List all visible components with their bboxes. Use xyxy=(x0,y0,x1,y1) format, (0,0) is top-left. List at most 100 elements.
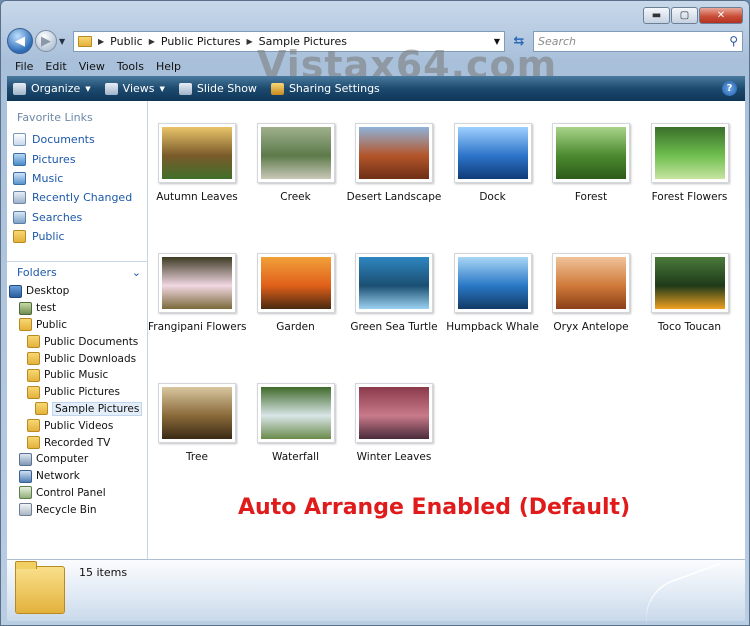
tree-item-label: Sample Pictures xyxy=(52,401,143,416)
views-label: Views xyxy=(122,82,155,95)
recycle-bin-icon xyxy=(19,503,32,517)
favorite-link-label: Music xyxy=(32,171,64,185)
image-thumbnail[interactable] xyxy=(650,253,729,313)
image-thumbnail[interactable] xyxy=(158,123,236,183)
tree-item-recorded-tv[interactable]: Recorded TV xyxy=(7,434,147,451)
help-button[interactable]: ? xyxy=(722,81,737,96)
image-thumbnail[interactable] xyxy=(453,123,532,183)
image-thumbnail[interactable] xyxy=(355,253,433,313)
slideshow-button[interactable]: Slide Show xyxy=(178,82,257,95)
file-item[interactable]: Toco Toucan xyxy=(641,253,739,333)
favorite-link-music[interactable]: Music xyxy=(13,169,147,188)
favorite-link-documents[interactable]: Documents xyxy=(13,130,147,149)
favorite-link-label: Public xyxy=(32,230,65,244)
tree-item-public[interactable]: Public xyxy=(7,317,147,334)
image-thumbnail[interactable] xyxy=(552,123,630,183)
favorite-link-searches[interactable]: Searches xyxy=(13,208,147,227)
favorite-link-pictures[interactable]: Pictures xyxy=(13,149,147,168)
file-item[interactable]: Forest Flowers xyxy=(641,123,739,203)
image-thumbnail[interactable] xyxy=(552,253,630,313)
tree-item-computer[interactable]: Computer xyxy=(7,451,147,468)
favorite-link-public[interactable]: Public xyxy=(13,227,147,246)
breadcrumb-public[interactable]: Public xyxy=(110,35,143,48)
file-item[interactable]: Green Sea Turtle xyxy=(345,253,443,333)
tree-item-public-downloads[interactable]: Public Downloads xyxy=(7,350,147,367)
search-icon[interactable]: ⚲ xyxy=(729,34,738,48)
file-item[interactable]: Tree xyxy=(148,383,246,463)
maximize-button[interactable]: ▢ xyxy=(671,7,698,24)
close-button[interactable]: ✕ xyxy=(699,7,743,24)
folder-icon xyxy=(15,561,65,614)
image-thumbnail[interactable] xyxy=(158,253,236,313)
thumbnail-image xyxy=(359,257,429,309)
image-thumbnail[interactable] xyxy=(158,383,236,443)
image-thumbnail[interactable] xyxy=(355,123,433,183)
image-thumbnail[interactable] xyxy=(256,383,335,443)
file-item[interactable]: Waterfall xyxy=(247,383,345,463)
minimize-button[interactable]: ▬ xyxy=(643,7,670,24)
file-item[interactable]: Autumn Leaves xyxy=(148,123,246,203)
folders-heading: Folders xyxy=(17,266,57,279)
tree-item-desktop[interactable]: Desktop xyxy=(7,283,147,300)
menu-edit[interactable]: Edit xyxy=(41,60,70,73)
tree-item-label: Desktop xyxy=(26,285,70,298)
forward-button[interactable]: ▶ xyxy=(35,30,57,52)
menu-help[interactable]: Help xyxy=(152,60,185,73)
tree-item-test[interactable]: test xyxy=(7,300,147,317)
search-box[interactable]: Search ⚲ xyxy=(533,30,743,52)
tree-item-public-documents[interactable]: Public Documents xyxy=(7,333,147,350)
tree-item-control-panel[interactable]: Control Panel xyxy=(7,485,147,502)
file-name: Creek xyxy=(280,191,311,203)
file-item[interactable]: Oryx Antelope xyxy=(542,253,640,333)
chevron-right-icon[interactable]: ▶ xyxy=(98,37,104,46)
sharing-settings-button[interactable]: Sharing Settings xyxy=(270,82,380,95)
favorite-link-recently-changed[interactable]: Recently Changed xyxy=(13,188,147,207)
tree-item-recycle-bin[interactable]: Recycle Bin xyxy=(7,501,147,518)
organize-button[interactable]: Organize ▼ xyxy=(13,82,91,95)
back-button[interactable]: ◀ xyxy=(7,28,33,54)
views-icon xyxy=(104,82,118,95)
folders-header[interactable]: Folders ⌄ xyxy=(7,261,147,283)
item-count: 15 items xyxy=(79,566,128,579)
file-name: Forest Flowers xyxy=(651,191,728,203)
breadcrumb-public-pictures[interactable]: Public Pictures xyxy=(161,35,241,48)
tree-item-public-videos[interactable]: Public Videos xyxy=(7,417,147,434)
file-name: Autumn Leaves xyxy=(156,191,238,203)
image-thumbnail[interactable] xyxy=(256,123,335,183)
menu-tools[interactable]: Tools xyxy=(113,60,148,73)
favorite-links-list: Documents Pictures Music Recently Change… xyxy=(7,124,147,246)
file-item[interactable]: Winter Leaves xyxy=(345,383,443,463)
favorite-link-label: Pictures xyxy=(32,152,76,166)
menu-view[interactable]: View xyxy=(75,60,109,73)
menu-file[interactable]: File xyxy=(11,60,37,73)
file-list: Autumn Leaves Creek Desert Landscape Dock Fo… xyxy=(148,101,745,559)
file-item[interactable]: Humpback Whale xyxy=(444,253,542,333)
recent-pages-dropdown[interactable]: ▼ xyxy=(59,37,69,46)
file-item[interactable]: Frangipani Flowers xyxy=(148,253,247,333)
network-icon xyxy=(19,469,32,483)
slideshow-icon xyxy=(178,82,192,95)
image-thumbnail[interactable] xyxy=(650,123,729,183)
recently-changed-icon xyxy=(13,191,26,205)
folder-icon xyxy=(27,385,40,399)
file-item[interactable]: Desert Landscape xyxy=(345,123,443,203)
chevron-right-icon[interactable]: ▶ xyxy=(149,37,155,46)
file-item[interactable]: Forest xyxy=(542,123,640,203)
image-thumbnail[interactable] xyxy=(256,253,335,313)
tree-item-sample-pictures[interactable]: Sample Pictures xyxy=(7,401,147,418)
folder-icon xyxy=(27,436,40,450)
image-thumbnail[interactable] xyxy=(355,383,433,443)
chevron-right-icon[interactable]: ▶ xyxy=(247,37,253,46)
file-item[interactable]: Creek xyxy=(247,123,345,203)
details-pane: 15 items xyxy=(7,559,745,625)
tree-item-network[interactable]: Network xyxy=(7,468,147,485)
image-thumbnail[interactable] xyxy=(453,253,532,313)
chevron-down-icon[interactable]: ⌄ xyxy=(132,266,141,279)
file-item[interactable]: Garden xyxy=(247,253,345,333)
file-name: Humpback Whale xyxy=(446,321,539,333)
file-item[interactable]: Dock xyxy=(444,123,542,203)
tree-item-public-pictures[interactable]: Public Pictures xyxy=(7,384,147,401)
views-button[interactable]: Views ▼ xyxy=(104,82,165,95)
tree-item-label: Public Music xyxy=(44,369,109,382)
tree-item-public-music[interactable]: Public Music xyxy=(7,367,147,384)
